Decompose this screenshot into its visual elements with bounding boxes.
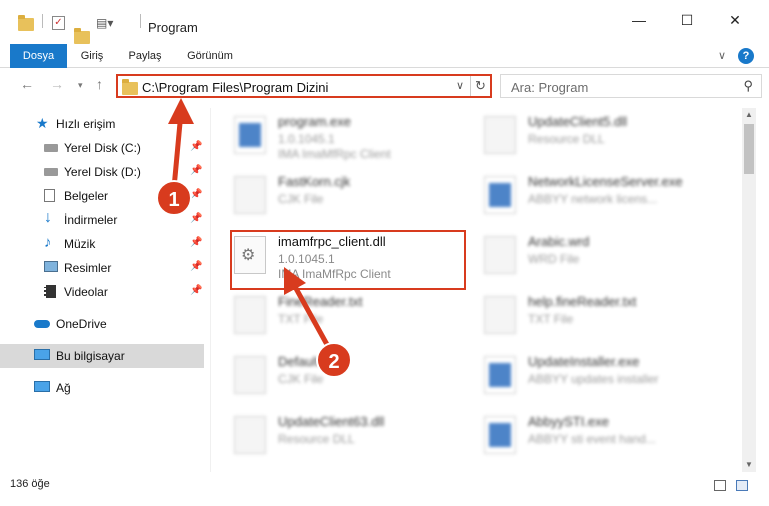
arrowhead-1 xyxy=(168,98,194,124)
callout-badge-2: 2 xyxy=(316,342,352,378)
callout-arrow-2 xyxy=(290,281,333,352)
callout-badge-1: 1 xyxy=(156,180,192,216)
callout-arrows xyxy=(168,98,333,352)
